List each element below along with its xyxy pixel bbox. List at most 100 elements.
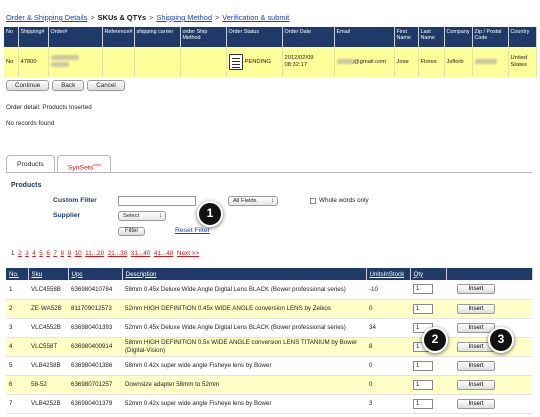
order-header-cell: Company	[444, 27, 473, 47]
table-row: 6 58-52 636980701257 Downsize adapter 58mm …	[6, 375, 532, 395]
filter-button[interactable]: Filter	[118, 227, 146, 236]
tab-synsets[interactable]: SynSetsnew	[56, 155, 112, 173]
qty-input[interactable]: 1	[413, 398, 433, 409]
no-records-message: No records found	[6, 120, 55, 127]
product-sku-cell: VLB4252B	[28, 394, 68, 414]
order-header-cell: shipping carrier	[134, 27, 181, 47]
product-upc-cell: 636980401379	[68, 394, 122, 414]
product-sku-cell: VLC4558B	[28, 280, 68, 300]
order-email-text: j@gmail.com	[352, 58, 387, 65]
breadcrumb-current-skus: SKUs & QTYs	[97, 13, 147, 22]
cancel-button[interactable]: Cancel	[87, 80, 125, 91]
all-fields-select[interactable]: All Fields	[228, 196, 278, 206]
product-stock-cell: 0	[366, 375, 410, 395]
product-sku-cell: VLB4258B	[28, 356, 68, 376]
order-header-cell: order Ship Method	[180, 27, 227, 47]
product-desc-cell: Downsize adapter 58mm to 52mm	[122, 375, 366, 395]
products-header-cell[interactable]: Description	[122, 268, 367, 280]
insert-button[interactable]: Insert	[457, 360, 495, 371]
product-qty-cell: 1	[410, 280, 446, 300]
whole-words-checkbox[interactable]	[310, 197, 316, 204]
qty-input[interactable]: 1	[413, 303, 433, 314]
pagination-link[interactable]: 6	[46, 250, 50, 257]
product-stock-cell: 0	[366, 356, 410, 376]
qty-input[interactable]: 1	[413, 284, 433, 295]
products-header-cell[interactable]: Upc	[68, 268, 123, 280]
table-row: 2 ZE-WA52B 811709012573 52mm HIGH DEFINITIO…	[6, 299, 532, 319]
product-insert-cell: Insert	[446, 375, 532, 395]
order-row: No 47800 PENDING 2012/02/09 08:32:17 j@g…	[4, 47, 537, 77]
tab-bar: Products SynSetsnew	[6, 155, 112, 173]
product-upc-cell: 811709012573	[68, 299, 122, 319]
products-header-label: Description	[125, 270, 157, 278]
products-section-title: Products	[11, 182, 42, 189]
products-table: No. Sku Upc Description UnitsInStock Qty 1 VLC…	[6, 268, 533, 414]
continue-button[interactable]: Continue	[6, 80, 50, 91]
product-sku-cell: ZE-WA52B	[28, 299, 68, 319]
order-header-cell: Last Name	[418, 27, 445, 47]
insert-button[interactable]: Insert	[457, 379, 495, 390]
insert-button[interactable]: Insert	[457, 303, 495, 314]
order-number-redacted	[48, 47, 103, 77]
products-header-label: Upc	[71, 270, 83, 278]
pagination-link[interactable]: 8	[60, 250, 64, 257]
product-sku-cell: 58-52	[28, 375, 68, 395]
pagination-link[interactable]: 5	[39, 250, 43, 257]
product-upc-cell: 636980400914	[68, 337, 122, 357]
tab-synsets-label: SynSets	[67, 164, 94, 172]
order-header-cell: Zip / Postal Code	[472, 27, 509, 47]
order-detail-message: Order detail: Products Inserted	[6, 104, 92, 111]
products-header-cell[interactable]: UnitsInStock	[366, 268, 411, 280]
pagination-link[interactable]: 7	[53, 250, 57, 257]
pagination-link[interactable]: 11...20	[85, 250, 104, 257]
order-first-name: Jose	[394, 47, 419, 77]
order-company: Jsflorb	[444, 47, 473, 77]
products-header-cell[interactable]: Sku	[28, 268, 69, 280]
order-header-cell: Country	[508, 27, 537, 47]
product-insert-cell: Insert	[446, 356, 532, 376]
custom-filter-input[interactable]	[118, 196, 196, 206]
product-stock-cell: 34	[366, 318, 410, 338]
breadcrumb-shipping-method-link[interactable]: Shipping Method	[156, 13, 211, 22]
pagination-link[interactable]: 4	[32, 250, 36, 257]
product-upc-cell: 636980401393	[68, 318, 122, 338]
product-sku-cell: VLC4552B	[28, 318, 68, 338]
supplier-select[interactable]: Select	[118, 211, 166, 221]
pending-document-icon	[228, 54, 243, 70]
product-stock-cell: 8	[366, 337, 410, 357]
product-desc-cell: 52mm 0.42x super wide angle Fisheye lens…	[122, 394, 366, 414]
tab-products[interactable]: Products	[6, 155, 55, 173]
breadcrumb-separator: >	[90, 13, 95, 22]
tab-synsets-new-badge: new	[93, 162, 101, 167]
order-header-cell: Order#	[48, 27, 103, 47]
qty-input[interactable]: 1	[413, 379, 433, 390]
table-row: 7 VLB4252B 636980401379 52mm 0.42x super wi…	[6, 394, 532, 414]
table-row: 4 VLC558T 636980400914 58mm HIGH DEFINITION…	[6, 337, 532, 357]
insert-button[interactable]: Insert	[457, 398, 495, 409]
qty-input[interactable]: 1	[413, 360, 433, 371]
callout-marker-3: 3	[488, 327, 514, 353]
pagination-link[interactable]: 2	[18, 250, 22, 257]
reset-filter-link[interactable]: Reset Filter	[175, 227, 210, 234]
pagination-link[interactable]: 9	[68, 250, 72, 257]
product-desc-cell: 58mm 0.45x Deluxe Wide Angle Digital Len…	[122, 280, 366, 300]
order-header-cell: Order Status	[226, 27, 283, 47]
pagination-link[interactable]: 3	[25, 250, 29, 257]
breadcrumb-verification-link[interactable]: Verification & submit	[222, 13, 289, 22]
pagination-link[interactable]: 10	[75, 250, 82, 257]
products-header-label: Qty	[413, 270, 424, 278]
pagination-link[interactable]: 41...48	[154, 250, 174, 257]
pagination-link[interactable]: Next >>	[177, 250, 199, 257]
order-last-name: Flores	[418, 47, 445, 77]
back-button[interactable]: Back	[52, 80, 85, 91]
pagination-link[interactable]: 31...40	[131, 250, 151, 257]
pagination-link[interactable]: 21...30	[108, 250, 128, 257]
product-stock-cell: -10	[366, 280, 410, 300]
breadcrumb-separator: >	[214, 13, 220, 22]
products-header-label: No.	[9, 270, 19, 278]
order-carrier	[134, 47, 181, 77]
product-no-cell: 7	[6, 394, 28, 414]
insert-button[interactable]: Insert	[457, 322, 495, 333]
breadcrumb-order-shipping-link[interactable]: Order & Shipping Details	[6, 13, 87, 22]
insert-button[interactable]: Insert	[457, 284, 495, 295]
